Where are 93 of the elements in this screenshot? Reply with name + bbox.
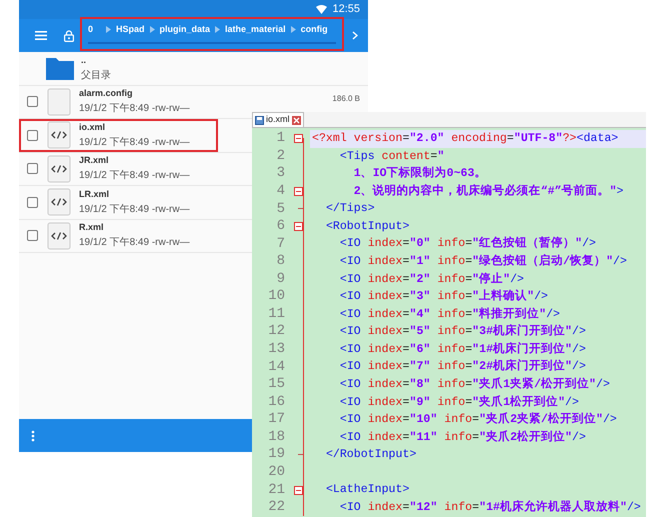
lock-icon[interactable] (64, 30, 74, 42)
file-name[interactable]: JR.xml (79, 155, 190, 166)
save-icon (255, 116, 264, 124)
file-details: 19/1/2 下午8:49 -rw-rw— (79, 204, 190, 216)
breadcrumb-item[interactable]: config (300, 22, 328, 36)
file-details: 19/1/2 下午8:49 -rw-rw— (79, 237, 190, 250)
line-number: 18 (267, 428, 285, 447)
code-line: </Tips> (324, 201, 375, 218)
file-name[interactable]: R.xml (79, 222, 190, 234)
code-line: <IO index="1" info="绿色按钮（启动/恢复）"/> (338, 253, 627, 270)
breadcrumb-item[interactable]: 0 (88, 22, 94, 36)
menu-icon[interactable] (35, 31, 47, 40)
separator-icon (215, 26, 220, 33)
line-number: 6 (276, 217, 285, 236)
code-line: <IO index="9" info="夹爪1松开到位"/> (338, 394, 579, 411)
line-number: 17 (267, 410, 285, 430)
file-row[interactable]: io.xml 19/1/2 下午8:49 -rw-rw— (19, 119, 218, 152)
breadcrumb-item[interactable]: plugin_data (160, 22, 210, 36)
code-line: <IO index="12" info="1#机床允许机器人取放料"/> (338, 499, 641, 516)
code-line: <IO index="0" info="红色按钮（暂停）"/> (338, 235, 596, 252)
code-file-icon (47, 188, 71, 216)
line-number: 15 (267, 375, 285, 394)
line-number: 3 (276, 164, 285, 184)
line-number: 5 (276, 200, 285, 219)
line-number: 12 (267, 322, 285, 342)
code-line: <IO index="6" info="1#机床门开到位"/> (338, 341, 586, 358)
checkbox[interactable] (27, 163, 38, 174)
fold-toggle-icon[interactable] (294, 486, 303, 495)
file-row[interactable]: R.xml 19/1/2 下午8:49 -rw-rw— (19, 220, 218, 252)
folder-subtitle: 父目录 (81, 70, 111, 82)
code-line: <IO index="7" info="2#机床门开到位"/> (338, 358, 586, 376)
code-line: <IO index="10" info="夹爪2夹紧/松开到位"/> (338, 411, 617, 428)
code-line: <IO index="5" info="3#机床门开到位"/> (338, 323, 586, 340)
file-name[interactable]: io.xml (79, 122, 190, 133)
breadcrumb-item[interactable]: lathe_material (225, 22, 286, 36)
separator-icon (290, 26, 296, 33)
code-line: 2、说明的内容中，机床编号必须在“#”号前面。"> (352, 183, 624, 200)
code-line: 1、IO下标限制为0~63。 (352, 165, 486, 182)
line-number: 10 (267, 287, 285, 306)
checkbox[interactable] (27, 196, 38, 208)
separator-icon (106, 26, 112, 33)
file-size: 186.0 B (332, 92, 360, 104)
code-line: <IO index="8" info="夹爪1夹紧/松开到位"/> (338, 376, 610, 393)
status-time: 12:55 (332, 2, 360, 18)
more-icon[interactable] (31, 430, 35, 442)
line-number: 11 (267, 304, 285, 324)
line-number: 22 (267, 498, 285, 517)
line-number: 21 (267, 480, 285, 500)
code-line: <IO index="11" info="夹爪2松开到位"/> (338, 429, 586, 446)
checkbox[interactable] (27, 96, 38, 108)
line-number: 20 (267, 462, 285, 482)
fold-toggle-icon[interactable] (294, 186, 303, 196)
line-number: 2 (276, 146, 285, 166)
line-number: 4 (276, 182, 285, 201)
file-details: 19/1/2 下午8:49 -rw-rw— (79, 136, 190, 149)
code-file-icon (47, 154, 71, 183)
file-details: 19/1/2 下午8:49 -rw-rw— (79, 170, 190, 182)
file-row[interactable]: alarm.config 19/1/2 下午8:49 -rw-rw— (19, 86, 218, 118)
file-icon (47, 88, 71, 116)
code-line: <?xml version="2.0" encoding="UTF-8"?><data> (312, 131, 618, 148)
line-number: 9 (276, 270, 285, 289)
line-number: 16 (267, 392, 285, 412)
file-row[interactable]: LR.xml 19/1/2 下午8:49 -rw-rw— (19, 186, 218, 218)
code-file-icon (47, 121, 71, 150)
file-name[interactable]: LR.xml (79, 188, 190, 200)
wifi-icon (316, 5, 328, 14)
code-line: <IO index="3" info="上料确认"/> (338, 288, 548, 306)
code-line: <RobotInput> (324, 218, 410, 235)
code-line: <Tips content=" (338, 148, 444, 165)
separator-icon (150, 26, 155, 33)
line-number: 1 (276, 129, 285, 148)
line-number: 8 (276, 252, 285, 272)
chevron-right-icon[interactable] (352, 31, 358, 40)
checkbox[interactable] (27, 230, 38, 242)
code-file-icon (47, 222, 71, 250)
code-line: <IO index="2" info="停止"/> (338, 271, 524, 288)
file-details: 19/1/2 下午8:49 -rw-rw— (79, 103, 190, 116)
fold-toggle-icon[interactable] (294, 134, 303, 144)
line-number: 13 (267, 340, 285, 360)
line-number: 14 (267, 358, 285, 377)
file-tab[interactable]: io.xml (252, 112, 304, 127)
code-line: </RobotInput> (324, 447, 416, 464)
checkbox[interactable] (27, 130, 38, 141)
code-line: <IO index="4" info="料推开到位"/> (338, 306, 560, 323)
line-number: 7 (276, 234, 285, 254)
file-name[interactable]: alarm.config (79, 88, 190, 100)
line-number: 19 (267, 445, 285, 464)
breadcrumb-item[interactable]: HSpad (116, 22, 145, 36)
file-row[interactable]: JR.xml 19/1/2 下午8:49 -rw-rw— (19, 152, 218, 185)
close-icon[interactable] (292, 116, 301, 124)
code-line: <LatheInput> (324, 482, 410, 498)
folder-name[interactable]: .. (81, 54, 111, 66)
fold-toggle-icon[interactable] (294, 222, 303, 232)
